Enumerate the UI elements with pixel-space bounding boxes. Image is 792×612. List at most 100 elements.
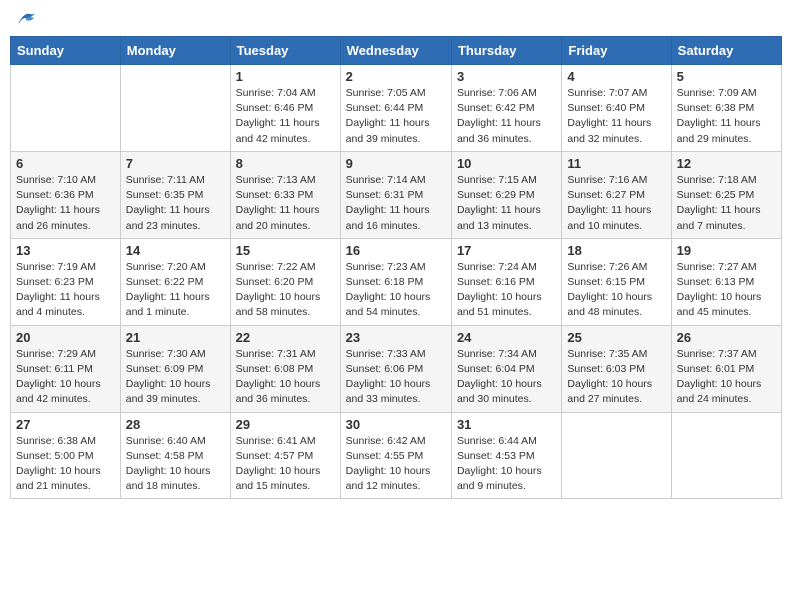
day-info: Sunrise: 7:18 AM Sunset: 6:25 PM Dayligh… — [677, 173, 776, 234]
day-number: 27 — [16, 417, 115, 432]
day-info: Sunrise: 7:37 AM Sunset: 6:01 PM Dayligh… — [677, 347, 776, 408]
day-info: Sunrise: 7:16 AM Sunset: 6:27 PM Dayligh… — [567, 173, 665, 234]
calendar-cell: 14 Sunrise: 7:20 AM Sunset: 6:22 PM Dayli… — [120, 238, 230, 325]
calendar-cell: 16 Sunrise: 7:23 AM Sunset: 6:18 PM Dayli… — [340, 238, 451, 325]
logo — [14, 10, 38, 28]
day-number: 8 — [236, 156, 335, 171]
day-number: 18 — [567, 243, 665, 258]
day-number: 10 — [457, 156, 556, 171]
day-info: Sunrise: 6:41 AM Sunset: 4:57 PM Dayligh… — [236, 434, 335, 495]
calendar-cell — [562, 412, 671, 499]
day-info: Sunrise: 7:30 AM Sunset: 6:09 PM Dayligh… — [126, 347, 225, 408]
calendar-cell: 30 Sunrise: 6:42 AM Sunset: 4:55 PM Dayli… — [340, 412, 451, 499]
day-number: 3 — [457, 69, 556, 84]
calendar-cell: 29 Sunrise: 6:41 AM Sunset: 4:57 PM Dayli… — [230, 412, 340, 499]
column-header-friday: Friday — [562, 37, 671, 65]
column-header-monday: Monday — [120, 37, 230, 65]
column-header-tuesday: Tuesday — [230, 37, 340, 65]
day-info: Sunrise: 7:11 AM Sunset: 6:35 PM Dayligh… — [126, 173, 225, 234]
calendar-week-row: 6 Sunrise: 7:10 AM Sunset: 6:36 PM Daylig… — [11, 151, 782, 238]
day-info: Sunrise: 7:19 AM Sunset: 6:23 PM Dayligh… — [16, 260, 115, 321]
calendar-cell: 13 Sunrise: 7:19 AM Sunset: 6:23 PM Dayli… — [11, 238, 121, 325]
calendar-cell — [120, 65, 230, 152]
calendar-cell: 21 Sunrise: 7:30 AM Sunset: 6:09 PM Dayli… — [120, 325, 230, 412]
day-info: Sunrise: 7:20 AM Sunset: 6:22 PM Dayligh… — [126, 260, 225, 321]
day-number: 1 — [236, 69, 335, 84]
calendar-cell: 31 Sunrise: 6:44 AM Sunset: 4:53 PM Dayli… — [451, 412, 561, 499]
day-number: 31 — [457, 417, 556, 432]
day-number: 29 — [236, 417, 335, 432]
day-number: 23 — [346, 330, 446, 345]
column-header-thursday: Thursday — [451, 37, 561, 65]
day-number: 21 — [126, 330, 225, 345]
calendar-cell: 19Sunrise: 7:27 AM Sunset: 6:13 PM Dayli… — [671, 238, 781, 325]
calendar-cell: 6 Sunrise: 7:10 AM Sunset: 6:36 PM Daylig… — [11, 151, 121, 238]
day-number: 7 — [126, 156, 225, 171]
calendar-cell: 22 Sunrise: 7:31 AM Sunset: 6:08 PM Dayli… — [230, 325, 340, 412]
day-info: Sunrise: 6:40 AM Sunset: 4:58 PM Dayligh… — [126, 434, 225, 495]
column-header-saturday: Saturday — [671, 37, 781, 65]
calendar-cell: 8 Sunrise: 7:13 AM Sunset: 6:33 PM Daylig… — [230, 151, 340, 238]
calendar-cell: 23 Sunrise: 7:33 AM Sunset: 6:06 PM Dayli… — [340, 325, 451, 412]
day-number: 9 — [346, 156, 446, 171]
calendar-cell: 20 Sunrise: 7:29 AM Sunset: 6:11 PM Dayli… — [11, 325, 121, 412]
day-info: Sunrise: 6:42 AM Sunset: 4:55 PM Dayligh… — [346, 434, 446, 495]
day-info: Sunrise: 7:29 AM Sunset: 6:11 PM Dayligh… — [16, 347, 115, 408]
day-info: Sunrise: 6:44 AM Sunset: 4:53 PM Dayligh… — [457, 434, 556, 495]
day-number: 13 — [16, 243, 115, 258]
calendar-cell: 28 Sunrise: 6:40 AM Sunset: 4:58 PM Dayli… — [120, 412, 230, 499]
day-info: Sunrise: 7:10 AM Sunset: 6:36 PM Dayligh… — [16, 173, 115, 234]
day-info: Sunrise: 7:05 AM Sunset: 6:44 PM Dayligh… — [346, 86, 446, 147]
day-info: Sunrise: 7:26 AM Sunset: 6:15 PM Dayligh… — [567, 260, 665, 321]
calendar-cell — [671, 412, 781, 499]
day-info: Sunrise: 7:35 AM Sunset: 6:03 PM Dayligh… — [567, 347, 665, 408]
calendar-cell: 1 Sunrise: 7:04 AM Sunset: 6:46 PM Daylig… — [230, 65, 340, 152]
day-number: 15 — [236, 243, 335, 258]
calendar-table: SundayMondayTuesdayWednesdayThursdayFrid… — [10, 36, 782, 499]
calendar-week-row: 27 Sunrise: 6:38 AM Sunset: 5:00 PM Dayli… — [11, 412, 782, 499]
calendar-cell: 18 Sunrise: 7:26 AM Sunset: 6:15 PM Dayli… — [562, 238, 671, 325]
calendar-cell: 5 Sunrise: 7:09 AM Sunset: 6:38 PM Daylig… — [671, 65, 781, 152]
calendar-cell: 15Sunrise: 7:22 AM Sunset: 6:20 PM Dayli… — [230, 238, 340, 325]
day-number: 30 — [346, 417, 446, 432]
logo-bird-icon — [16, 10, 38, 28]
calendar-cell: 17Sunrise: 7:24 AM Sunset: 6:16 PM Dayli… — [451, 238, 561, 325]
calendar-cell: 27 Sunrise: 6:38 AM Sunset: 5:00 PM Dayli… — [11, 412, 121, 499]
calendar-cell: 26Sunrise: 7:37 AM Sunset: 6:01 PM Dayli… — [671, 325, 781, 412]
day-number: 12 — [677, 156, 776, 171]
calendar-week-row: 13 Sunrise: 7:19 AM Sunset: 6:23 PM Dayli… — [11, 238, 782, 325]
day-number: 11 — [567, 156, 665, 171]
day-number: 2 — [346, 69, 446, 84]
day-number: 20 — [16, 330, 115, 345]
day-info: Sunrise: 7:31 AM Sunset: 6:08 PM Dayligh… — [236, 347, 335, 408]
day-info: Sunrise: 7:04 AM Sunset: 6:46 PM Dayligh… — [236, 86, 335, 147]
day-info: Sunrise: 7:14 AM Sunset: 6:31 PM Dayligh… — [346, 173, 446, 234]
day-info: Sunrise: 7:27 AM Sunset: 6:13 PM Dayligh… — [677, 260, 776, 321]
calendar-cell: 10 Sunrise: 7:15 AM Sunset: 6:29 PM Dayli… — [451, 151, 561, 238]
calendar-cell: 4Sunrise: 7:07 AM Sunset: 6:40 PM Daylig… — [562, 65, 671, 152]
column-header-wednesday: Wednesday — [340, 37, 451, 65]
day-info: Sunrise: 7:24 AM Sunset: 6:16 PM Dayligh… — [457, 260, 556, 321]
day-number: 5 — [677, 69, 776, 84]
day-info: Sunrise: 6:38 AM Sunset: 5:00 PM Dayligh… — [16, 434, 115, 495]
day-info: Sunrise: 7:23 AM Sunset: 6:18 PM Dayligh… — [346, 260, 446, 321]
day-info: Sunrise: 7:33 AM Sunset: 6:06 PM Dayligh… — [346, 347, 446, 408]
day-info: Sunrise: 7:09 AM Sunset: 6:38 PM Dayligh… — [677, 86, 776, 147]
day-number: 22 — [236, 330, 335, 345]
day-info: Sunrise: 7:13 AM Sunset: 6:33 PM Dayligh… — [236, 173, 335, 234]
calendar-cell: 24Sunrise: 7:34 AM Sunset: 6:04 PM Dayli… — [451, 325, 561, 412]
day-info: Sunrise: 7:07 AM Sunset: 6:40 PM Dayligh… — [567, 86, 665, 147]
day-info: Sunrise: 7:15 AM Sunset: 6:29 PM Dayligh… — [457, 173, 556, 234]
day-number: 16 — [346, 243, 446, 258]
day-number: 28 — [126, 417, 225, 432]
calendar-cell — [11, 65, 121, 152]
day-number: 25 — [567, 330, 665, 345]
calendar-week-row: 20 Sunrise: 7:29 AM Sunset: 6:11 PM Dayli… — [11, 325, 782, 412]
calendar-cell: 12 Sunrise: 7:18 AM Sunset: 6:25 PM Dayli… — [671, 151, 781, 238]
day-number: 6 — [16, 156, 115, 171]
calendar-cell: 3 Sunrise: 7:06 AM Sunset: 6:42 PM Daylig… — [451, 65, 561, 152]
day-number: 14 — [126, 243, 225, 258]
calendar-header-row: SundayMondayTuesdayWednesdayThursdayFrid… — [11, 37, 782, 65]
calendar-cell: 9 Sunrise: 7:14 AM Sunset: 6:31 PM Daylig… — [340, 151, 451, 238]
day-info: Sunrise: 7:06 AM Sunset: 6:42 PM Dayligh… — [457, 86, 556, 147]
